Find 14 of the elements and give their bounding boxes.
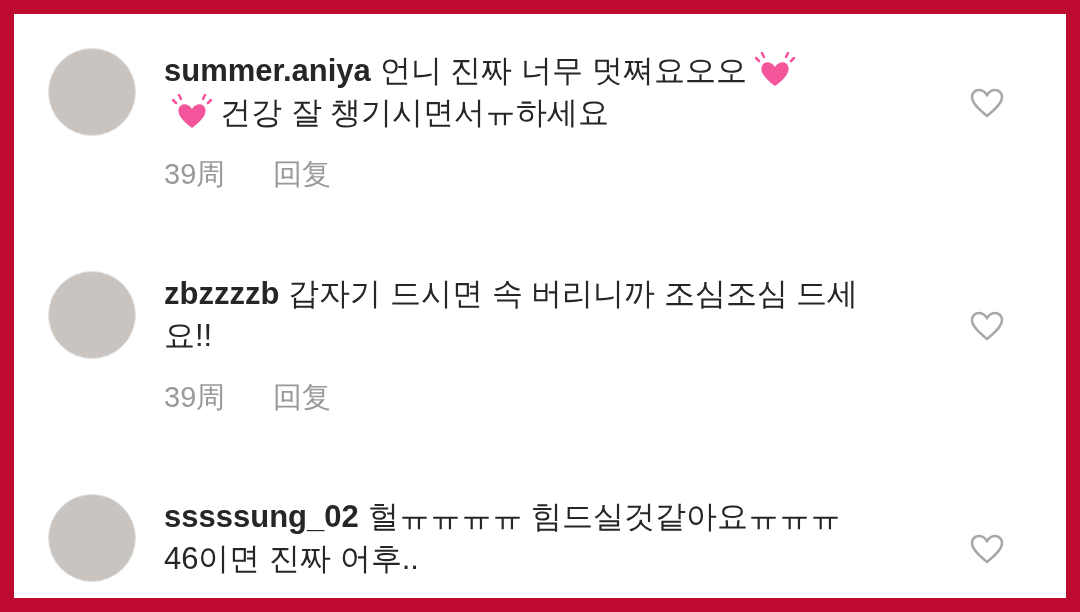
comment-time: 39周 bbox=[164, 380, 226, 415]
comment-text: 요!! bbox=[164, 317, 213, 355]
username[interactable]: zbzzzzb bbox=[164, 273, 280, 315]
comment-text: 46이면 진짜 어후.. bbox=[164, 540, 419, 578]
comment-text: 갑자기 드시면 속 버리니까 조심조심 드세 bbox=[288, 275, 859, 313]
like-heart-icon[interactable] bbox=[970, 534, 1004, 564]
comment-text: 헐ㅠㅠㅠㅠ 힘드실것같아요ㅠㅠㅠ bbox=[367, 498, 842, 536]
username[interactable]: sssssung_02 bbox=[164, 496, 359, 538]
comment-time: 39周 bbox=[164, 157, 226, 192]
like-heart-icon[interactable] bbox=[970, 88, 1004, 118]
username[interactable]: summer.aniya bbox=[164, 50, 371, 92]
comment-text: 언니 진짜 너무 멋쪄요오오 bbox=[379, 52, 747, 90]
comment-text: 건강 잘 챙기시면서ㅠ하세요 bbox=[220, 94, 610, 132]
like-heart-icon[interactable] bbox=[970, 311, 1004, 341]
